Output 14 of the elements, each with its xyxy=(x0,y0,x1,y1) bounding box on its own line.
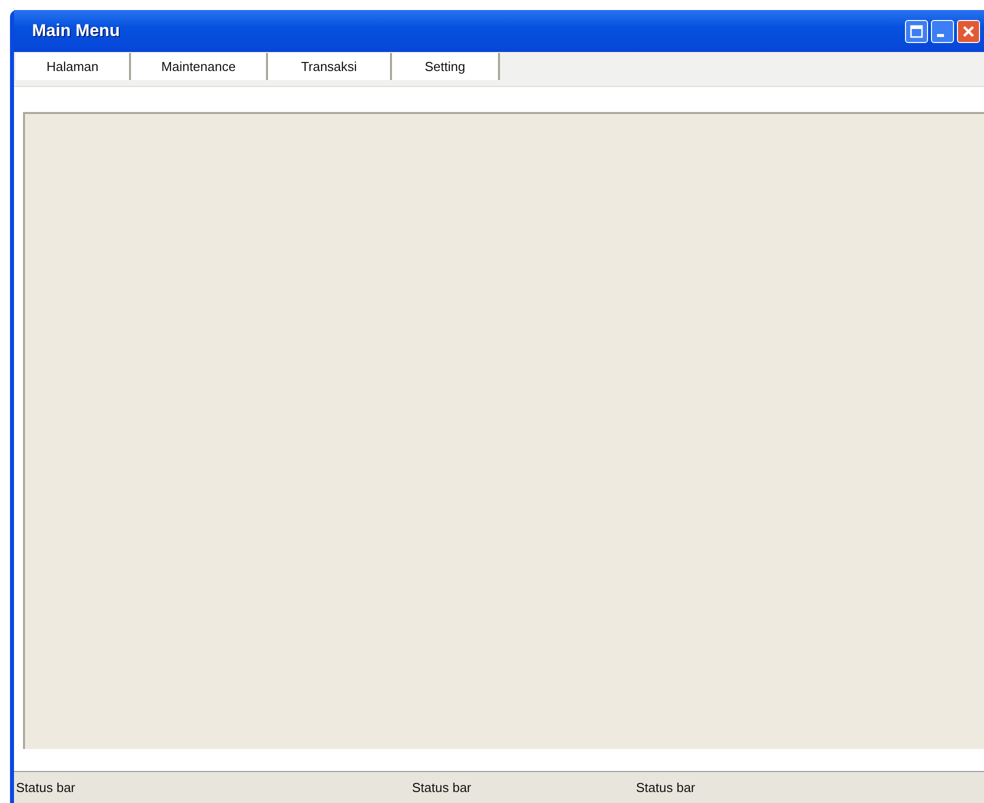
window-title: Main Menu xyxy=(32,21,120,41)
status-text: Status bar xyxy=(635,780,696,795)
close-button[interactable] xyxy=(957,20,980,42)
close-icon xyxy=(962,24,975,38)
status-text: Status bar xyxy=(15,780,76,795)
menu-item[interactable]: Setting xyxy=(392,53,500,80)
minimize-icon xyxy=(937,34,944,36)
menu-item[interactable]: Halaman xyxy=(16,53,131,80)
maximize-icon xyxy=(910,24,923,38)
maximize-button[interactable] xyxy=(905,20,928,42)
minimize-button[interactable] xyxy=(931,20,954,42)
menu-item[interactable]: Maintenance xyxy=(131,53,268,80)
status-text: Status bar xyxy=(411,780,472,795)
menu-item[interactable]: Transaksi xyxy=(268,53,392,80)
